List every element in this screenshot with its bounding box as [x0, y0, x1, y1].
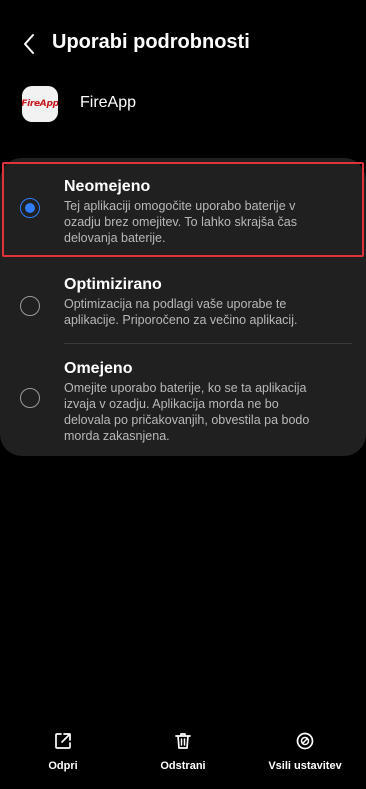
option-title: Omejeno: [64, 360, 133, 377]
header: Uporabi podrobnosti: [0, 22, 366, 66]
bottom-action-bar: Odpri Odstrani Vsili ustavitev: [0, 730, 366, 785]
selection-highlight-box: [2, 162, 364, 257]
app-icon: FireApp: [22, 86, 58, 122]
option-title: Optimizirano: [64, 276, 162, 293]
radio-restricted[interactable]: [20, 388, 40, 408]
option-restricted[interactable]: Omejeno Omejite uporabo baterije, ko se …: [0, 346, 366, 451]
option-description: Omejite uporabo baterije, ko se ta aplik…: [64, 381, 310, 443]
force-stop-button[interactable]: Vsili ustavitev: [250, 730, 360, 772]
block-icon: [294, 730, 316, 752]
open-button[interactable]: Odpri: [8, 730, 118, 772]
app-name: FireApp: [80, 94, 137, 111]
uninstall-label: Odstrani: [160, 760, 206, 772]
force-stop-label: Vsili ustavitev: [268, 760, 342, 772]
app-info-row: FireApp FireApp: [0, 86, 366, 128]
option-description: Optimizacija na podlagi vaše uporabe te …: [64, 297, 298, 327]
chevron-left-icon: [24, 34, 34, 54]
uninstall-button[interactable]: Odstrani: [128, 730, 238, 772]
app-logo-text: FireApp: [22, 99, 58, 109]
option-optimized[interactable]: Optimizirano Optimizacija na podlagi vaš…: [0, 264, 366, 344]
open-label: Odpri: [48, 760, 78, 772]
open-external-icon: [52, 730, 74, 752]
screen: Uporabi podrobnosti FireApp FireApp Neom…: [0, 0, 366, 789]
radio-optimized[interactable]: [20, 296, 40, 316]
divider: [64, 343, 352, 344]
page-title: Uporabi podrobnosti: [52, 31, 250, 53]
back-button[interactable]: [14, 28, 44, 60]
trash-icon: [172, 730, 194, 752]
